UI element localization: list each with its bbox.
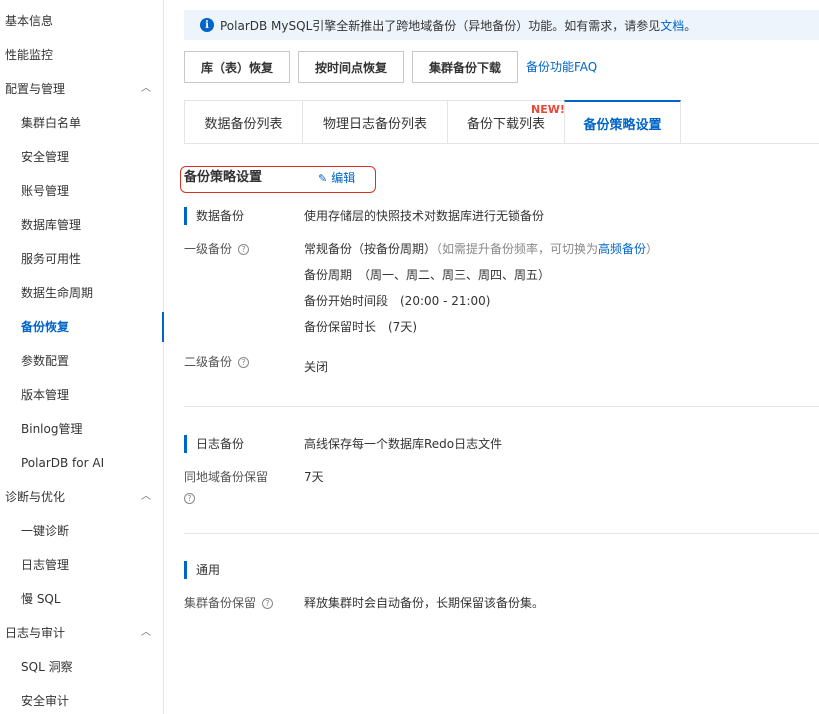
sidebar-item-log-audit[interactable]: 日志与审计 ︿	[0, 616, 163, 650]
restore-table-button[interactable]: 库（表）恢复	[184, 51, 290, 83]
sidebar-item-sql-insight[interactable]: SQL 洞察	[0, 650, 163, 684]
sidebar-item-label: 日志管理	[21, 558, 70, 572]
sidebar-item-label: Binlog管理	[21, 422, 83, 436]
cluster-backup-retention-label: 集群备份保留?	[184, 594, 274, 612]
main-content: i PolarDB MySQL引擎全新推出了跨地域备份（异地备份）功能。如有需求…	[164, 0, 819, 714]
sidebar-item-performance[interactable]: 性能监控	[0, 38, 163, 72]
level1-backup-mode: 常规备份（按备份周期）（如需提升备份频率，可切换为高频备份）	[304, 240, 658, 258]
section-divider	[184, 406, 819, 407]
sidebar-item-polardb-ai[interactable]: PolarDB for AI	[0, 446, 163, 480]
restore-point-in-time-button[interactable]: 按时间点恢复	[298, 51, 404, 83]
notice-text: PolarDB MySQL引擎全新推出了跨地域备份（异地备份）功能。如有需求，请…	[220, 18, 661, 33]
sidebar-item-whitelist[interactable]: 集群白名单	[0, 106, 163, 140]
sidebar-item-versions[interactable]: 版本管理	[0, 378, 163, 412]
tab-label: 物理日志备份列表	[322, 116, 427, 132]
edit-policy-link[interactable]: ✎ 编辑	[318, 168, 355, 189]
sidebar-item-config-management[interactable]: 配置与管理 ︿	[0, 72, 163, 106]
backup-cycle: 备份周期 （周一、周二、周三、周四、周五）	[304, 268, 551, 282]
sidebar-item-accounts[interactable]: 账号管理	[0, 174, 163, 208]
pencil-icon: ✎	[318, 172, 328, 185]
tab-label: 数据备份列表	[204, 116, 283, 132]
cluster-backup-retention-value: 释放集群时会自动备份，长期保留该备份集。	[304, 596, 545, 610]
level2-backup-value: 关闭	[304, 360, 329, 374]
chevron-up-icon: ︿	[141, 83, 151, 94]
tab-physical-log-backup-list[interactable]: 物理日志备份列表	[302, 100, 447, 144]
sidebar-item-label: 一键诊断	[21, 524, 70, 538]
sidebar-item-security-audit[interactable]: 安全审计	[0, 684, 163, 714]
mode-text: 常规备份（按备份周期）	[304, 242, 437, 256]
section-general: 通用	[184, 561, 220, 579]
sidebar-item-label: 慢 SQL	[21, 592, 61, 606]
hint-text: （如需提升备份频率，可切换为	[436, 242, 599, 256]
label-text: 一级备份	[184, 242, 233, 256]
tab-underline	[184, 143, 819, 144]
sidebar-item-label: 日志与审计	[5, 626, 66, 640]
sidebar-item-availability[interactable]: 服务可用性	[0, 242, 163, 276]
same-region-retention-value: 7天	[304, 470, 324, 484]
sidebar-item-label: 服务可用性	[21, 252, 82, 266]
sidebar-item-label: 安全管理	[21, 150, 70, 164]
info-icon: i	[200, 18, 214, 32]
sidebar-item-one-click-diagnosis[interactable]: 一键诊断	[0, 514, 163, 548]
backup-faq-link[interactable]: 备份功能FAQ	[526, 58, 597, 75]
notice-banner: i PolarDB MySQL引擎全新推出了跨地域备份（异地备份）功能。如有需求…	[184, 10, 819, 40]
section-divider	[184, 533, 819, 534]
sidebar-item-security[interactable]: 安全管理	[0, 140, 163, 174]
policy-title: 备份策略设置	[184, 170, 263, 185]
sidebar-item-label: 数据库管理	[21, 218, 82, 232]
edit-label: 编辑	[331, 171, 356, 185]
section-log-backup: 日志备份	[184, 435, 244, 453]
sidebar-item-label: 配置与管理	[5, 82, 66, 96]
new-badge: NEW!	[531, 103, 565, 116]
sidebar-item-parameters[interactable]: 参数配置	[0, 344, 163, 378]
sidebar-item-data-lifecycle[interactable]: 数据生命周期	[0, 276, 163, 310]
tab-backup-policy[interactable]: 备份策略设置	[564, 100, 681, 144]
sidebar-item-label: 账号管理	[21, 184, 70, 198]
help-icon[interactable]: ?	[238, 357, 250, 368]
sidebar-item-binlog[interactable]: Binlog管理	[0, 412, 163, 446]
log-backup-description: 高线保存每一个数据库Redo日志文件	[304, 437, 503, 451]
hint-end: ）	[646, 242, 659, 256]
sidebar-item-databases[interactable]: 数据库管理	[0, 208, 163, 242]
sidebar-item-label: 集群白名单	[21, 116, 82, 130]
sidebar-item-label: 性能监控	[5, 48, 54, 62]
sidebar-item-label: 数据生命周期	[21, 286, 94, 300]
high-frequency-backup-link[interactable]: 高频备份	[598, 242, 646, 256]
tab-data-backup-list[interactable]: 数据备份列表	[184, 100, 302, 144]
backup-retention: 备份保留时长 (7天)	[304, 320, 417, 334]
label-text: 集群备份保留	[184, 596, 257, 610]
help-icon[interactable]: ?	[262, 598, 274, 609]
same-region-retention-label: 同地域备份保留	[184, 470, 269, 484]
tab-label: 备份策略设置	[583, 117, 662, 133]
sidebar-item-slow-sql[interactable]: 慢 SQL	[0, 582, 163, 616]
sidebar-item-diagnosis[interactable]: 诊断与优化 ︿	[0, 480, 163, 514]
sidebar-item-label: SQL 洞察	[21, 660, 73, 674]
notice-doc-link[interactable]: 文档	[660, 17, 684, 34]
backup-start-time: 备份开始时间段 (20:00 - 21:00)	[304, 294, 491, 308]
sidebar-item-label: 参数配置	[21, 354, 70, 368]
sidebar: 基本信息 性能监控 配置与管理 ︿ 集群白名单 安全管理 账号管理 数据库管理 服…	[0, 0, 164, 714]
help-icon[interactable]: ?	[238, 244, 250, 255]
cluster-backup-download-button[interactable]: 集群备份下载	[412, 51, 518, 83]
sidebar-item-label: 基本信息	[5, 14, 54, 28]
sidebar-item-basic-info[interactable]: 基本信息	[0, 4, 163, 38]
sidebar-item-label: PolarDB for AI	[21, 456, 105, 470]
chevron-up-icon: ︿	[141, 491, 151, 502]
level2-backup-label: 二级备份?	[184, 353, 250, 371]
sidebar-item-label: 诊断与优化	[5, 490, 66, 504]
sidebar-item-label: 版本管理	[21, 388, 70, 402]
chevron-up-icon: ︿	[141, 627, 151, 638]
data-backup-description: 使用存储层的快照技术对数据库进行无锁备份	[304, 209, 545, 223]
sidebar-item-log-management[interactable]: 日志管理	[0, 548, 163, 582]
section-data-backup: 数据备份	[184, 207, 244, 225]
notice-end: 。	[684, 18, 697, 33]
label-text: 二级备份	[184, 355, 233, 369]
level1-backup-label: 一级备份?	[184, 240, 250, 258]
sidebar-item-backup-restore[interactable]: 备份恢复	[0, 310, 164, 344]
help-icon[interactable]: ?	[184, 493, 195, 504]
sidebar-item-label: 备份恢复	[21, 320, 70, 334]
sidebar-item-label: 安全审计	[21, 694, 70, 708]
